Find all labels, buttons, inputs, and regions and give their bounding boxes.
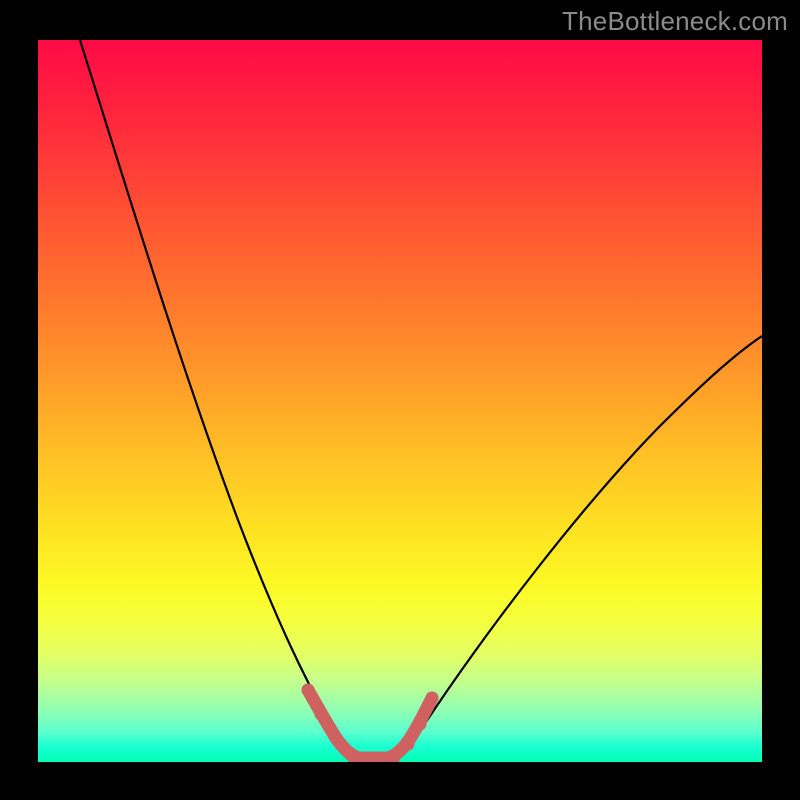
marker-dot: [402, 738, 415, 751]
gradient-plot-area: [38, 40, 762, 762]
watermark-text: TheBottleneck.com: [562, 6, 788, 37]
marker-dot: [330, 732, 343, 745]
marker-dot: [315, 708, 328, 721]
marker-group: [308, 690, 432, 758]
marker-dot: [302, 684, 315, 697]
marker-dot: [344, 748, 357, 761]
marker-dot: [426, 692, 439, 705]
main-curve-path: [80, 40, 762, 760]
chart-frame: TheBottleneck.com: [0, 0, 800, 800]
bottleneck-curve-svg: [38, 40, 762, 762]
marker-dot: [414, 718, 427, 731]
